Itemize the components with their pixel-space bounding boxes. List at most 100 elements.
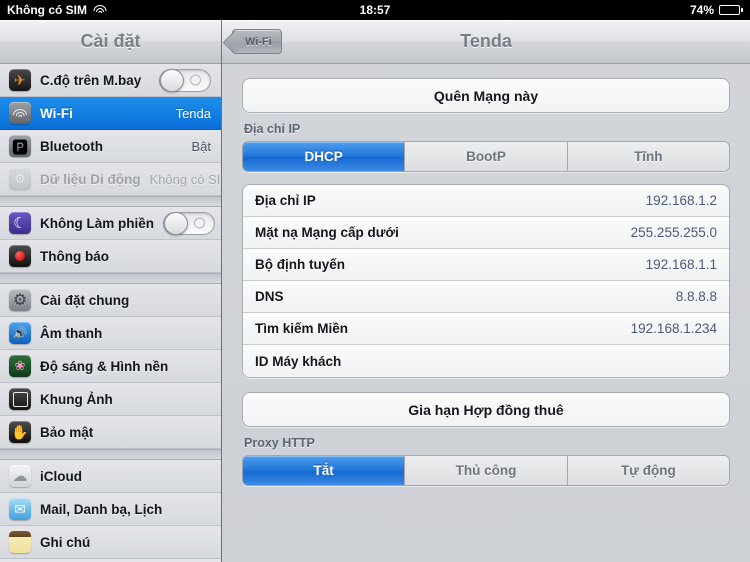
sidebar-item-ghi-ch[interactable]: Ghi chú — [0, 526, 221, 559]
status-right: 74% — [690, 3, 743, 17]
notes-icon — [9, 531, 31, 553]
sidebar-item-bluetooth[interactable]: Bluetooth Bật — [0, 130, 221, 163]
sidebar-item-value: Không có SIM — [149, 171, 221, 187]
sidebar-item-label: Wi-Fi — [40, 105, 73, 121]
sidebar-item-b-o-m-t[interactable]: Bảo mật — [0, 416, 221, 449]
toggle-switch[interactable] — [163, 211, 215, 235]
ip-mode-segmented-control[interactable]: DHCP BootP Tĩnh — [242, 141, 730, 172]
sidebar-item-label: C.độ trên M.bay — [40, 72, 142, 88]
wifi-detail-pane: Wi-Fi Tenda Quên Mạng này Địa chỉ IP DHC… — [222, 20, 750, 562]
sidebar-item-m-thanh[interactable]: Âm thanh — [0, 317, 221, 350]
proxy-mode-option-t-t[interactable]: Tắt — [243, 456, 406, 485]
table-row[interactable]: DNS 8.8.8.8 — [243, 281, 729, 313]
table-row-key: Mặt nạ Mạng cấp dưới — [255, 225, 399, 240]
sidebar-item-c-i-t-chung[interactable]: Cài đặt chung — [0, 284, 221, 317]
sound-icon — [9, 322, 31, 344]
status-left: Không có SIM — [7, 3, 107, 17]
detail-navbar: Wi-Fi Tenda — [222, 20, 750, 64]
sidebar-item-label: Thông báo — [40, 248, 109, 264]
table-row-value: 192.168.1.1 — [645, 257, 717, 272]
table-row-value: 192.168.1.2 — [645, 193, 717, 208]
sidebar-title: Cài đặt — [80, 31, 141, 51]
battery-icon — [719, 5, 743, 15]
sidebar-item-label: Độ sáng & Hình nền — [40, 358, 169, 374]
status-clock: 18:57 — [359, 3, 391, 17]
privacy-hand-icon — [9, 421, 31, 443]
sidebar-item-mail-danh-b-l-ch[interactable]: Mail, Danh bạ, Lịch — [0, 493, 221, 526]
table-row[interactable]: Mặt nạ Mạng cấp dưới 255.255.255.0 — [243, 217, 729, 249]
sidebar-item-label: Dữ liệu Di động — [40, 171, 141, 187]
sidebar-item-th-ng-b-o[interactable]: Thông báo — [0, 240, 221, 273]
mail-icon — [9, 498, 31, 520]
ipad-settings-screen: Không có SIM 18:57 74% Cài đặt C.độ trên… — [0, 0, 750, 562]
table-row[interactable]: Địa chỉ IP 192.168.1.2 — [243, 185, 729, 217]
sidebar-item-label: Mail, Danh bạ, Lịch — [40, 501, 163, 517]
table-row-key: Bộ định tuyến — [255, 257, 345, 272]
status-bar: Không có SIM 18:57 74% — [0, 0, 750, 20]
list-group-separator — [0, 273, 221, 284]
battery-percent-label: 74% — [689, 3, 714, 17]
picture-frame-icon — [9, 388, 31, 410]
table-row-value: 255.255.255.0 — [630, 225, 717, 240]
wifi-icon — [93, 4, 107, 16]
sidebar-item-value: Tenda — [175, 105, 211, 121]
sidebar-item-label: Khung Ảnh — [40, 391, 113, 407]
sidebar-item-label: Âm thanh — [40, 325, 103, 341]
table-row-key: DNS — [255, 289, 284, 304]
proxy-section-header: Proxy HTTP — [244, 436, 315, 450]
settings-list[interactable]: C.độ trên M.bay Wi-Fi Tenda Bluetooth Bật ⚙ Dữ… — [0, 64, 221, 562]
sidebar-item-s-ng-h-nh-n-n[interactable]: Độ sáng & Hình nền — [0, 350, 221, 383]
renew-lease-label: Gia hạn Hợp đồng thuê — [408, 401, 564, 418]
sidebar-item-icloud[interactable]: iCloud — [0, 460, 221, 493]
ip-mode-option-dhcp[interactable]: DHCP — [243, 142, 406, 171]
ip-details-table: Địa chỉ IP 192.168.1.2 Mặt nạ Mạng cấp dướ… — [242, 184, 730, 378]
sidebar-item-label: Ghi chú — [40, 534, 91, 550]
list-group-separator — [0, 196, 221, 207]
cellular-icon: ⚙ — [9, 168, 31, 190]
table-row[interactable]: ID Máy khách — [243, 345, 729, 377]
sidebar-item-kh-ng-l-m-phi-n[interactable]: Không Làm phiền — [0, 207, 221, 240]
notifications-icon — [9, 245, 31, 267]
ip-mode-option-t-nh[interactable]: Tĩnh — [567, 142, 729, 171]
ip-section-header: Địa chỉ IP — [244, 122, 301, 136]
detail-content: Quên Mạng này Địa chỉ IP DHCP BootP Tĩnh Đ… — [222, 64, 750, 562]
table-row-value: 8.8.8.8 — [675, 289, 717, 304]
proxy-mode-option-th-c-ng[interactable]: Thủ công — [405, 456, 568, 485]
moon-icon — [9, 212, 31, 234]
table-row-key: Tìm kiếm Miền — [255, 321, 349, 336]
table-row[interactable]: Tìm kiếm Miền 192.168.1.234 — [243, 313, 729, 345]
forget-network-button[interactable]: Quên Mạng này — [242, 78, 730, 113]
sidebar-item-d-li-u-di-ng: ⚙ Dữ liệu Di động Không có SIM — [0, 163, 221, 196]
list-group-separator — [0, 449, 221, 460]
sidebar-item-label: Không Làm phiền — [40, 215, 154, 231]
sidebar-item-khung-nh[interactable]: Khung Ảnh — [0, 383, 221, 416]
settings-sidebar: Cài đặt C.độ trên M.bay Wi-Fi Tenda Bluetoo… — [0, 20, 222, 562]
icloud-icon — [9, 465, 31, 487]
bluetooth-icon — [9, 135, 31, 157]
sidebar-item-label: Bảo mật — [40, 424, 94, 440]
wifi-icon — [9, 102, 31, 124]
table-row-value: 192.168.1.234 — [630, 321, 717, 336]
proxy-mode-option-t-ng[interactable]: Tự động — [567, 456, 729, 485]
back-button-label: Wi-Fi — [245, 35, 272, 48]
airplane-icon — [9, 69, 31, 91]
brightness-icon — [9, 355, 31, 377]
gear-icon — [9, 289, 31, 311]
detail-title: Tenda — [460, 31, 512, 51]
sidebar-item-value: Bật — [191, 138, 211, 154]
carrier-label: Không có SIM — [7, 3, 87, 17]
sidebar-item-label: Cài đặt chung — [40, 292, 130, 308]
sidebar-item-label: Bluetooth — [40, 138, 103, 154]
table-row[interactable]: Bộ định tuyến 192.168.1.1 — [243, 249, 729, 281]
ip-mode-option-bootp[interactable]: BootP — [405, 142, 568, 171]
table-row-key: ID Máy khách — [255, 353, 342, 369]
toggle-switch[interactable] — [159, 68, 211, 92]
sidebar-item-label: iCloud — [40, 468, 82, 484]
renew-lease-button[interactable]: Gia hạn Hợp đồng thuê — [242, 392, 730, 427]
sidebar-navbar: Cài đặt — [0, 20, 221, 64]
forget-network-label: Quên Mạng này — [433, 87, 539, 104]
proxy-mode-segmented-control[interactable]: Tắt Thủ công Tự động — [242, 455, 730, 486]
sidebar-item-c-tr-n-m-bay[interactable]: C.độ trên M.bay — [0, 64, 221, 97]
back-button-wifi[interactable]: Wi-Fi — [232, 29, 282, 54]
sidebar-item-wi-fi[interactable]: Wi-Fi Tenda — [0, 97, 221, 130]
